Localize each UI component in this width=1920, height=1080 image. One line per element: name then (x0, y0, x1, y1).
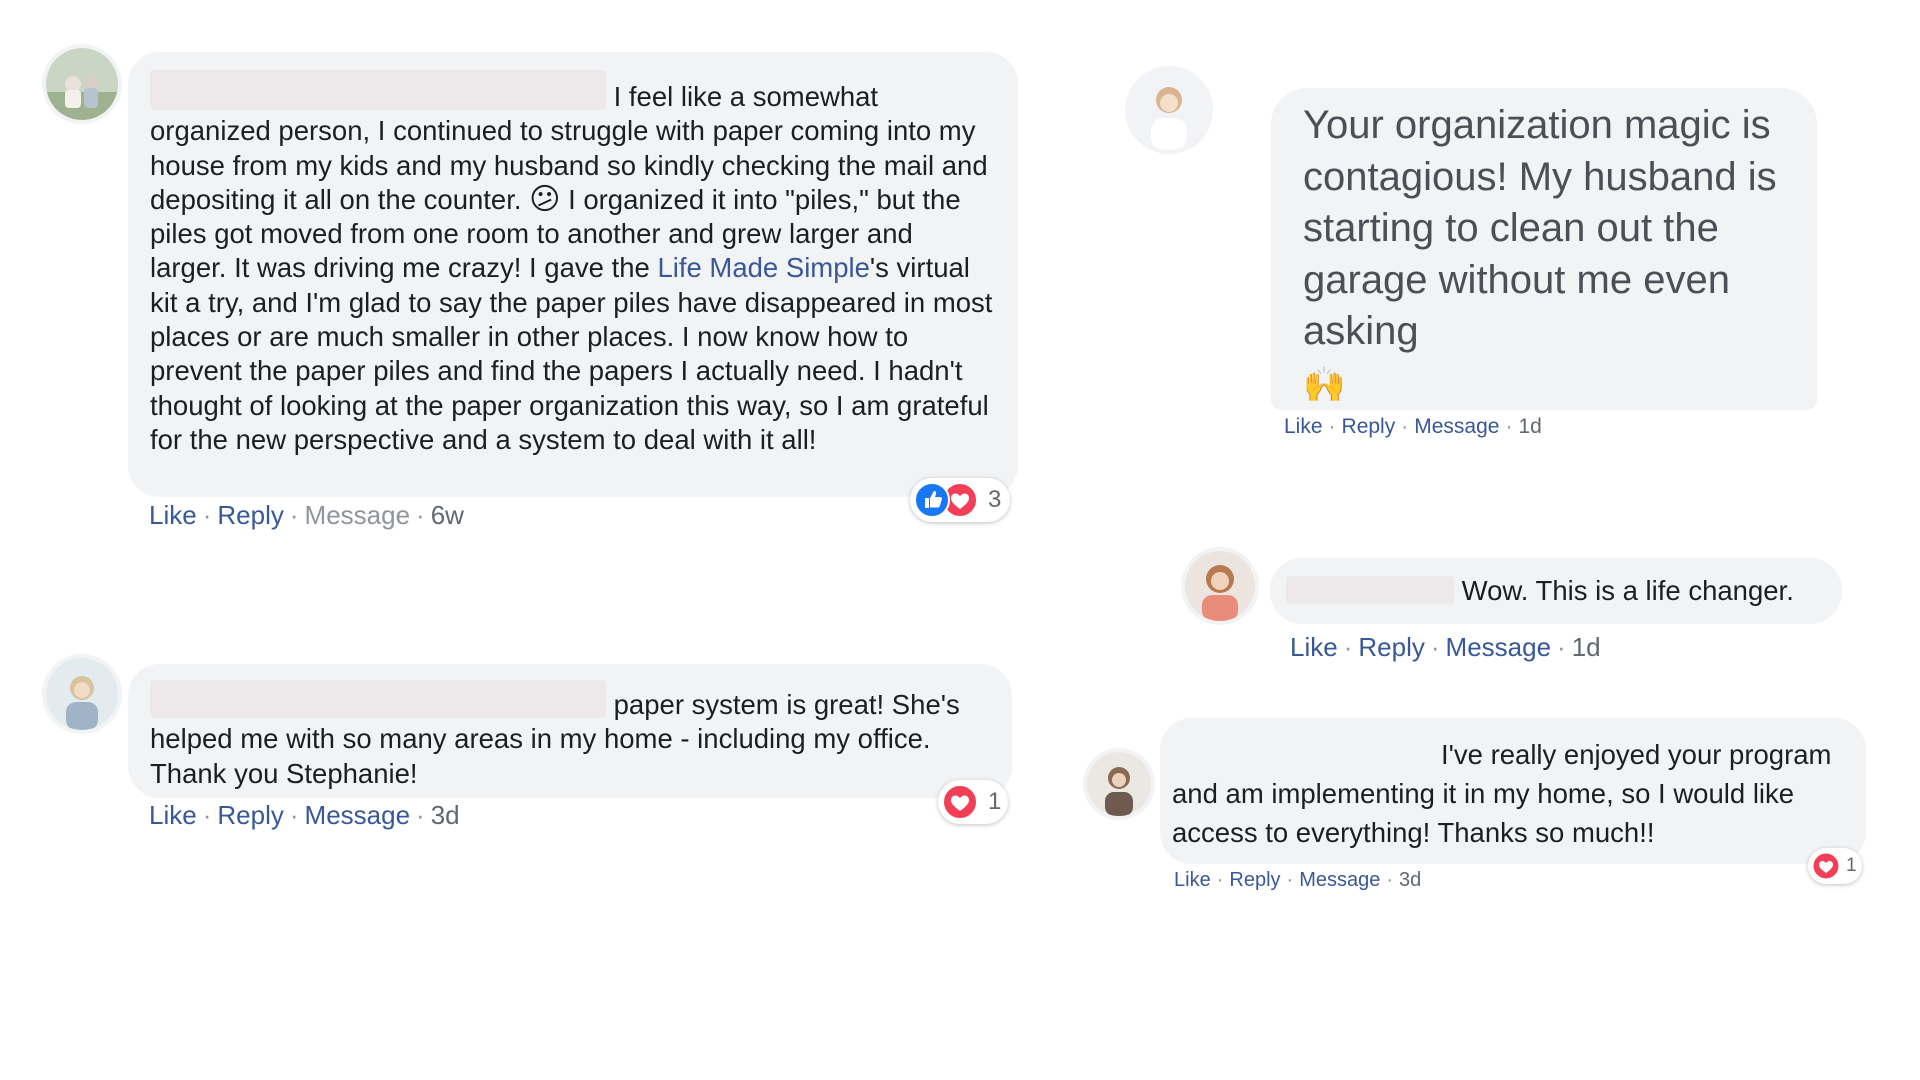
like-link[interactable]: Like (1290, 632, 1338, 662)
comment-actions: Like · Reply · Message · 1d (1284, 415, 1542, 438)
comment-actions: Like · Reply · Message · 3d (1174, 869, 1422, 891)
confused-emoji-icon: 😕 (529, 182, 561, 216)
reaction-count: 1 (988, 788, 1002, 815)
redacted-name (1286, 576, 1454, 604)
reply-link[interactable]: Reply (1342, 415, 1396, 438)
avatar[interactable] (1129, 70, 1209, 150)
comment-bubble: paper system is great! She's helped me w… (128, 664, 1012, 798)
reply-link[interactable]: Reply (1358, 632, 1424, 662)
reaction-summary[interactable]: 1 (1808, 848, 1862, 884)
message-link[interactable]: Message (305, 500, 411, 530)
timestamp[interactable]: 3d (1399, 869, 1421, 891)
comment-actions: Like · Reply · Message · 1d (1290, 632, 1601, 662)
message-link[interactable]: Message (305, 800, 411, 830)
avatar[interactable] (46, 658, 118, 730)
like-link[interactable]: Like (1284, 415, 1323, 438)
comment-bubble: Your organization magic is contagious! M… (1271, 88, 1817, 410)
like-link[interactable]: Like (149, 800, 197, 830)
message-link[interactable]: Message (1299, 869, 1380, 891)
reaction-summary[interactable]: 3 (910, 478, 1010, 522)
comment-text: Wow. This is a life changer. (1286, 576, 1824, 606)
timestamp[interactable]: 1d (1518, 415, 1541, 438)
comment-bubble: I've really enjoyed your program and am … (1160, 718, 1866, 864)
comment-actions: Like · Reply · Message · 3d (149, 800, 460, 830)
reply-link[interactable]: Reply (217, 800, 283, 830)
redacted-name (150, 70, 606, 110)
message-link[interactable]: Message (1446, 632, 1552, 662)
timestamp[interactable]: 1d (1572, 632, 1601, 662)
reply-link[interactable]: Reply (217, 500, 283, 530)
comment-actions: Like · Reply · Message · 6w (149, 500, 464, 530)
timestamp[interactable]: 3d (431, 800, 460, 830)
avatar[interactable] (46, 48, 118, 120)
message-link[interactable]: Message (1414, 415, 1499, 438)
reply-link[interactable]: Reply (1229, 869, 1280, 891)
like-link[interactable]: Like (149, 500, 197, 530)
love-icon (942, 784, 978, 820)
reaction-summary[interactable]: 1 (938, 780, 1008, 824)
page-link[interactable]: Life Made Simple (657, 252, 869, 283)
timestamp[interactable]: 6w (431, 500, 464, 530)
comment-text: I feel like a somewhat organized person,… (150, 70, 996, 457)
redacted-name (150, 680, 606, 718)
comment-bubble: I feel like a somewhat organized person,… (128, 52, 1018, 497)
raising-hands-emoji-icon: 🙌 (1303, 365, 1346, 404)
comment-bubble: Wow. This is a life changer. (1270, 558, 1842, 624)
comment-text: paper system is great! She's helped me w… (150, 680, 990, 791)
avatar[interactable] (1087, 752, 1151, 816)
comment-text: I've really enjoyed your program and am … (1172, 739, 1832, 848)
reaction-count: 3 (988, 486, 1002, 513)
like-link[interactable]: Like (1174, 869, 1211, 891)
reaction-count: 1 (1846, 855, 1857, 876)
comment-text: Your organization magic is contagious! M… (1303, 103, 1777, 404)
love-icon (1812, 852, 1840, 880)
avatar[interactable] (1185, 551, 1255, 621)
like-icon (914, 482, 950, 518)
